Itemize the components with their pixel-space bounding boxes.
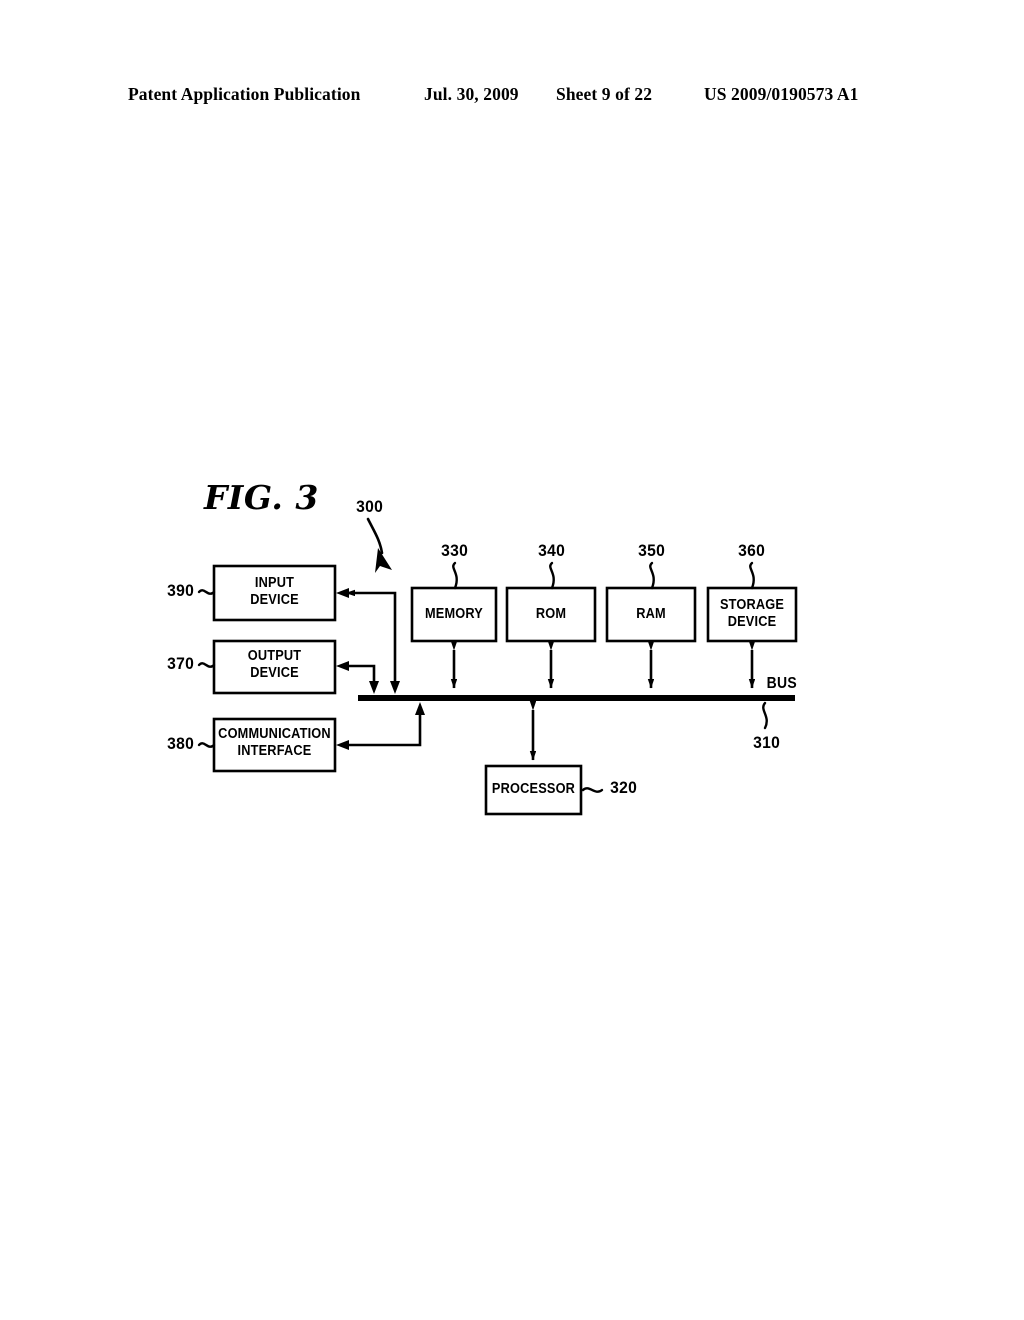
figure-3-block-diagram: FIG. 3 INPUT DEVICE OUTPUT DEVICE COMMUN…	[0, 0, 1024, 1320]
processor-box	[484, 764, 583, 816]
system-ref-leader	[366, 517, 392, 573]
ref-number-370: 370	[167, 654, 195, 673]
bus-vertical-connectors	[450, 641, 756, 761]
rom-box	[505, 586, 597, 643]
output-device-connector	[336, 661, 379, 694]
figure-drawing-canvas	[197, 517, 798, 816]
bus-label: BUS	[766, 675, 797, 692]
bus-bar	[358, 695, 795, 701]
storage-device-box	[706, 586, 798, 643]
communication-interface-connector	[336, 702, 425, 750]
ref-number-350: 350	[638, 541, 666, 560]
communication-interface-box	[212, 717, 337, 773]
ref-number-390: 390	[167, 581, 195, 600]
ref-number-360: 360	[738, 541, 766, 560]
ref-number-340: 340	[538, 541, 566, 560]
input-device-box	[212, 564, 337, 622]
memory-box	[410, 586, 498, 643]
ref-number-330: 330	[441, 541, 469, 560]
ram-box	[605, 586, 697, 643]
output-device-box	[212, 639, 337, 695]
ref-number-380: 380	[167, 734, 195, 753]
ref-number-320: 320	[610, 778, 638, 797]
ref-number-300: 300	[356, 497, 384, 516]
ref-number-310: 310	[753, 733, 781, 752]
input-device-connector	[336, 588, 400, 694]
